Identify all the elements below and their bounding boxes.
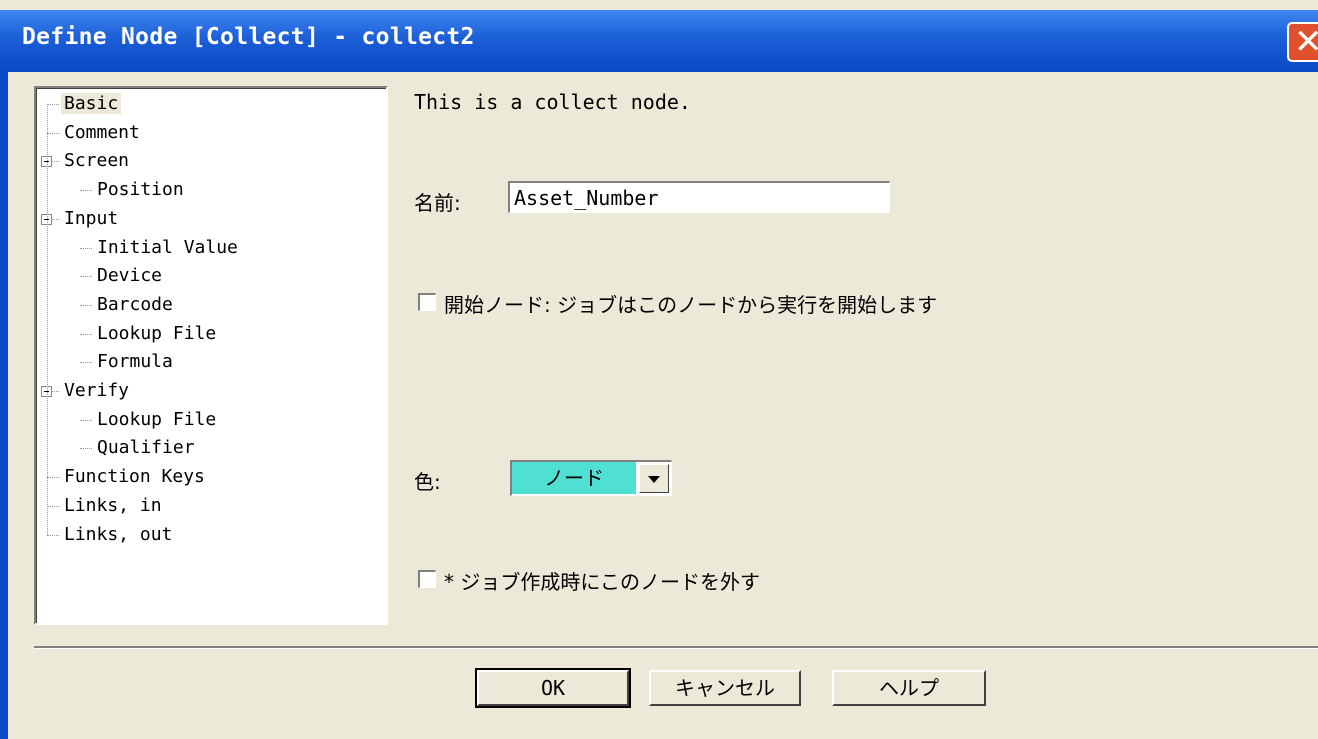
tree-item-label: Initial Value xyxy=(97,236,238,258)
tree-item-label: Basic xyxy=(61,93,122,114)
tree-connector xyxy=(47,132,59,134)
separator xyxy=(34,646,1318,649)
tree-item-label: Links, in xyxy=(64,494,162,516)
tree-item[interactable]: Basic xyxy=(61,91,122,117)
tree-item-label: Input xyxy=(64,207,119,229)
tree-item-label: Barcode xyxy=(97,293,173,315)
tree-connector xyxy=(80,276,92,278)
tree-item[interactable]: Position xyxy=(94,177,187,203)
tree-connector xyxy=(47,505,59,507)
name-label: 名前: xyxy=(414,191,461,215)
help-button[interactable]: ヘルプ xyxy=(832,670,986,706)
tree-item[interactable]: Input xyxy=(61,206,121,232)
tree-item[interactable]: Screen xyxy=(61,148,132,174)
tree-item-label: Verify xyxy=(64,380,130,401)
tree-item-label: Links, out xyxy=(64,523,173,545)
tree-item[interactable]: Lookup File xyxy=(94,321,219,347)
tree-connector xyxy=(80,304,92,306)
tree-item[interactable]: Links, in xyxy=(61,493,165,519)
tree-item[interactable]: Qualifier xyxy=(94,435,198,461)
tree-item[interactable]: Links, out xyxy=(61,522,175,548)
tree-connector xyxy=(80,448,92,450)
tree-connector xyxy=(47,104,59,105)
title-bar: Define Node [Collect] - collect2 ✕ xyxy=(0,10,1318,72)
tree-item-label: Function Keys xyxy=(64,466,205,488)
exclude-node-label: * ジョブ作成時にこのノードを外す xyxy=(444,570,760,594)
tree-item-label: Qualifier xyxy=(97,437,195,459)
tree-item[interactable]: Initial Value xyxy=(94,235,241,261)
tree-connector xyxy=(80,362,92,364)
tree-item-label: Lookup File xyxy=(97,322,217,344)
tree-connector xyxy=(80,190,92,192)
tree-item[interactable]: Verify xyxy=(61,378,132,404)
tree-item-label: Device xyxy=(97,265,163,287)
tree-connector xyxy=(80,247,92,249)
start-node-checkbox[interactable] xyxy=(418,293,436,311)
tree-connector xyxy=(47,477,59,479)
ok-button[interactable]: OK xyxy=(475,668,631,708)
name-input[interactable] xyxy=(508,181,890,213)
tree-item-label: Formula xyxy=(97,351,173,373)
tree-item[interactable]: Comment xyxy=(61,120,143,146)
chevron-down-icon[interactable] xyxy=(639,464,669,493)
color-label: 色: xyxy=(414,470,441,494)
tree-item-label: Comment xyxy=(64,121,140,143)
tree-item-label: Screen xyxy=(64,150,130,172)
color-swatch: ノード xyxy=(512,462,636,494)
tree-item[interactable]: Lookup File xyxy=(94,407,219,433)
tree-connector xyxy=(47,104,48,535)
window-border xyxy=(0,72,8,739)
color-select[interactable]: ノード xyxy=(510,460,672,496)
description-text: This is a collect node. xyxy=(414,90,691,114)
start-node-label: 開始ノード: ジョブはこのノードから実行を開始します xyxy=(444,293,938,317)
close-button[interactable]: ✕ xyxy=(1287,22,1318,62)
tree-item[interactable]: Function Keys xyxy=(61,464,208,490)
tree-item-label: Lookup File xyxy=(97,408,217,430)
close-icon: ✕ xyxy=(1294,22,1318,62)
tree-item[interactable]: Barcode xyxy=(94,292,176,318)
tree-item-label: Position xyxy=(97,179,184,201)
tree-item[interactable]: Device xyxy=(94,263,165,289)
exclude-node-checkbox[interactable] xyxy=(418,570,436,588)
cancel-button[interactable]: キャンセル xyxy=(649,670,801,706)
tree-item[interactable]: Formula xyxy=(94,349,176,375)
tree-connector xyxy=(80,333,92,335)
settings-tree[interactable]: Basic Comment Screen Position Input Initial V… xyxy=(34,86,388,625)
window-title: Define Node [Collect] - collect2 xyxy=(22,24,475,50)
tree-connector xyxy=(80,419,92,421)
tree-connector xyxy=(47,534,59,536)
